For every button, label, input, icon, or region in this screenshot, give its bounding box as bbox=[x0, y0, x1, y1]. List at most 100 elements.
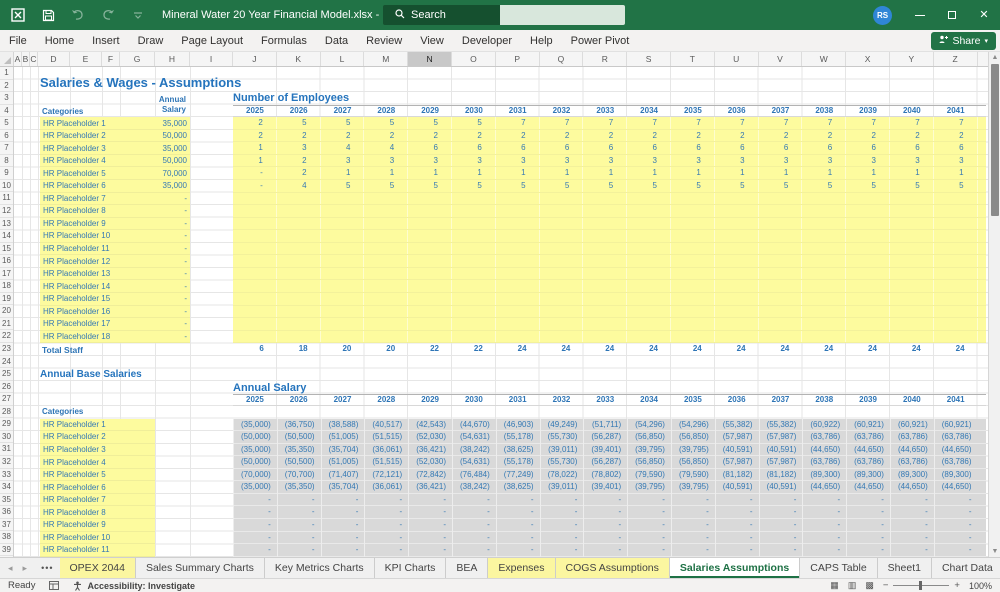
employee-count-cell[interactable] bbox=[496, 255, 540, 267]
annual-salary-cell[interactable]: (36,061) bbox=[364, 444, 408, 457]
sheet-tab-key-metrics-charts[interactable]: Key Metrics Charts bbox=[265, 558, 375, 578]
employee-count-cell[interactable] bbox=[846, 318, 890, 330]
employee-count-cell[interactable] bbox=[583, 255, 628, 267]
column-header-A[interactable]: A bbox=[14, 52, 22, 66]
employee-count-cell[interactable]: 1 bbox=[934, 167, 978, 180]
year-header-cell[interactable]: 2030 bbox=[452, 394, 496, 406]
annual-salary-cell[interactable]: (39,401) bbox=[583, 444, 627, 457]
row-header-24[interactable]: 24 bbox=[0, 356, 13, 369]
employee-count-cell[interactable]: 3 bbox=[890, 154, 934, 167]
employee-count-cell[interactable] bbox=[233, 267, 277, 280]
annual-salary-cell[interactable]: - bbox=[233, 532, 277, 545]
category-cell[interactable]: HR Placeholder 8 bbox=[40, 206, 138, 215]
column-header-V[interactable]: V bbox=[759, 52, 803, 66]
year-header-cell[interactable]: 2029 bbox=[408, 394, 452, 406]
total-staff-cell[interactable]: 20 bbox=[321, 343, 365, 356]
employee-count-cell[interactable]: 5 bbox=[321, 117, 365, 129]
employee-count-cell[interactable] bbox=[233, 280, 277, 292]
employee-count-cell[interactable] bbox=[890, 318, 934, 330]
employee-count-cell[interactable] bbox=[890, 330, 934, 343]
employee-count-cell[interactable]: 3 bbox=[408, 154, 452, 167]
employee-count-cell[interactable] bbox=[802, 255, 847, 267]
salary-value-cell[interactable]: 50,000 bbox=[138, 156, 190, 165]
employee-count-cell[interactable] bbox=[233, 242, 277, 255]
total-staff-cell[interactable]: 24 bbox=[583, 343, 627, 356]
total-staff-cell[interactable]: 22 bbox=[452, 343, 496, 356]
employee-count-cell[interactable] bbox=[759, 267, 803, 280]
employee-count-cell[interactable] bbox=[802, 242, 847, 255]
employee-count-cell[interactable] bbox=[321, 192, 365, 205]
annual-salary-cell[interactable]: - bbox=[540, 519, 584, 532]
annual-salary-cell[interactable]: - bbox=[321, 506, 365, 519]
employee-count-cell[interactable] bbox=[408, 217, 452, 230]
employee-count-cell[interactable] bbox=[496, 242, 540, 255]
employee-count-cell[interactable] bbox=[496, 280, 540, 292]
annual-salary-cell[interactable]: (72,121) bbox=[364, 469, 408, 482]
category-cell[interactable]: HR Placeholder 10 bbox=[40, 231, 138, 240]
sheet-nav-more-icon[interactable]: ••• bbox=[35, 563, 59, 573]
employee-count-cell[interactable] bbox=[715, 205, 759, 217]
year-header-cell[interactable]: 2039 bbox=[846, 394, 890, 406]
annual-salary-cell[interactable]: (63,786) bbox=[890, 456, 934, 469]
employee-count-cell[interactable] bbox=[364, 205, 409, 217]
annual-salary-cell[interactable]: (54,296) bbox=[627, 419, 671, 432]
sheet-tab-bea[interactable]: BEA bbox=[446, 558, 489, 578]
employee-count-cell[interactable] bbox=[233, 230, 277, 242]
category-cell[interactable]: HR Placeholder 11 bbox=[40, 545, 155, 554]
employee-count-cell[interactable] bbox=[540, 330, 584, 343]
employee-count-cell[interactable] bbox=[277, 318, 321, 330]
salary-value-cell[interactable]: 35,000 bbox=[138, 119, 190, 128]
annual-salary-cell[interactable]: (51,005) bbox=[321, 456, 365, 469]
annual-salary-cell[interactable]: (40,591) bbox=[759, 444, 803, 457]
employee-count-cell[interactable] bbox=[496, 292, 540, 305]
annual-salary-cell[interactable]: - bbox=[496, 494, 540, 507]
employee-count-cell[interactable]: 1 bbox=[890, 167, 934, 180]
employee-count-cell[interactable]: 3 bbox=[759, 154, 803, 167]
employee-count-cell[interactable] bbox=[452, 318, 496, 330]
employee-count-cell[interactable]: 6 bbox=[846, 142, 890, 154]
employee-count-cell[interactable] bbox=[452, 292, 496, 305]
employee-count-cell[interactable]: 1 bbox=[496, 167, 540, 180]
annual-salary-cell[interactable]: (81,182) bbox=[759, 469, 803, 482]
employee-count-cell[interactable] bbox=[364, 292, 409, 305]
employee-count-cell[interactable] bbox=[627, 305, 671, 318]
employee-count-cell[interactable]: 3 bbox=[802, 154, 847, 167]
annual-salary-cell[interactable]: (56,850) bbox=[671, 431, 715, 444]
annual-salary-cell[interactable]: - bbox=[277, 494, 321, 507]
employee-count-cell[interactable]: 1 bbox=[671, 167, 715, 180]
annual-salary-cell[interactable]: - bbox=[540, 494, 584, 507]
employee-count-cell[interactable]: 6 bbox=[496, 142, 540, 154]
employee-count-cell[interactable] bbox=[846, 330, 890, 343]
column-header-D[interactable]: D bbox=[38, 52, 70, 66]
employee-count-cell[interactable]: 6 bbox=[627, 142, 671, 154]
employee-count-cell[interactable] bbox=[321, 280, 365, 292]
annual-salary-cell[interactable]: (54,631) bbox=[452, 456, 496, 469]
employees-section-title[interactable]: Number of Employees bbox=[233, 92, 349, 104]
annual-salary-cell[interactable]: - bbox=[583, 506, 627, 519]
employee-count-cell[interactable] bbox=[321, 330, 365, 343]
annual-salary-cell[interactable]: (56,850) bbox=[627, 456, 671, 469]
annual-salary-cell[interactable]: (54,631) bbox=[452, 431, 496, 444]
row-header-20[interactable]: 20 bbox=[0, 305, 13, 318]
accessibility-icon[interactable] bbox=[73, 581, 82, 591]
row-header-12[interactable]: 12 bbox=[0, 205, 13, 218]
employee-count-cell[interactable] bbox=[277, 192, 321, 205]
sheet-nav-left-icon[interactable]: ◂ bbox=[8, 563, 13, 574]
employee-count-cell[interactable] bbox=[540, 192, 584, 205]
annual-salary-cell[interactable]: - bbox=[627, 519, 671, 532]
employee-count-cell[interactable]: 1 bbox=[715, 167, 759, 180]
employee-count-cell[interactable]: 1 bbox=[846, 167, 890, 180]
employee-count-cell[interactable]: 5 bbox=[759, 180, 803, 192]
employee-count-cell[interactable] bbox=[627, 330, 671, 343]
vertical-scrollbar-thumb[interactable] bbox=[991, 64, 999, 216]
employee-count-cell[interactable]: 5 bbox=[321, 180, 365, 192]
employee-count-cell[interactable] bbox=[846, 305, 890, 318]
annual-salary-cell[interactable]: (35,350) bbox=[277, 481, 321, 494]
category-cell[interactable]: HR Placeholder 12 bbox=[40, 257, 138, 266]
annual-salary-cell[interactable]: (60,921) bbox=[846, 419, 890, 432]
row-header-35[interactable]: 35 bbox=[0, 494, 13, 507]
annual-salary-cell[interactable]: (55,730) bbox=[540, 431, 584, 444]
employee-count-cell[interactable] bbox=[540, 255, 584, 267]
annual-salary-cell[interactable]: (50,500) bbox=[277, 431, 321, 444]
year-header-cell[interactable]: 2027 bbox=[321, 105, 365, 117]
